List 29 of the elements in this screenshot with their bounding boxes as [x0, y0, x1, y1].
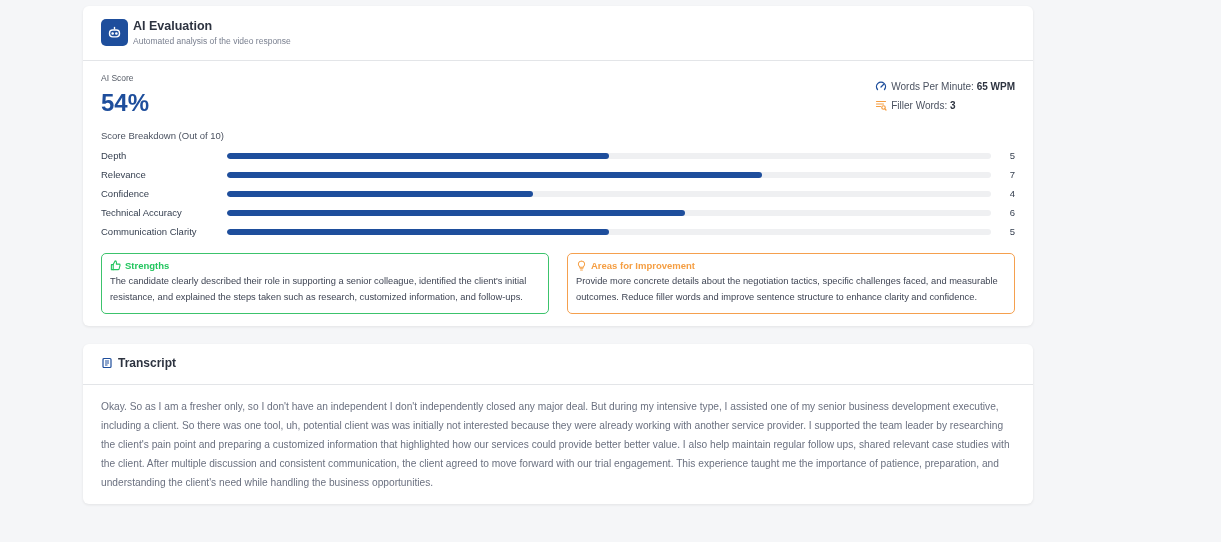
criterion-score: 7: [1008, 169, 1015, 180]
feedback-title: Strengths: [125, 260, 170, 271]
breakdown-title: Score Breakdown (Out of 10): [101, 130, 226, 141]
thumbs-up-icon: [110, 260, 121, 271]
criterion-score: 4: [1008, 188, 1015, 199]
criterion-label: Technical Accuracy: [101, 207, 183, 218]
criterion-score: 5: [1008, 150, 1015, 161]
criterion-score: 5: [1008, 226, 1015, 237]
lightbulb-icon: [576, 260, 587, 271]
feedback-title: Areas for Improvement: [591, 260, 695, 271]
metric-text: Words Per Minute: 65 WPM: [891, 80, 1015, 92]
criterion-label: Confidence: [101, 188, 151, 199]
score-label: AI Score: [101, 73, 135, 83]
criterion-label: Depth: [101, 150, 128, 161]
criterion-label: Communication Clarity: [101, 226, 198, 237]
card-title: AI Evaluation: [133, 19, 214, 33]
card-subtitle: Automated analysis of the video response: [133, 36, 291, 46]
metric-text: Filler Words: 3: [891, 99, 956, 111]
transcript-title: Transcript: [118, 356, 177, 370]
filter-search-icon: [875, 99, 888, 111]
feedback-text: The candidate clearly described their role in supporting a senior colleague, identified the client's initial resistance, and explained the steps taken such as research, customized information, and follow-ups.: [110, 275, 528, 304]
gauge-icon: [875, 80, 888, 92]
score-value: 54%: [101, 89, 150, 117]
robot-icon: [101, 19, 128, 46]
criterion-score: 6: [1008, 207, 1015, 218]
document-icon: [101, 357, 113, 369]
transcript-text: Okay. So as I am a fresher only, so I don't have an independent I don't independently closed any major deal. But during my intensive type, I assisted one of my senior business development executive, including a client. So there was one tool, uh, potential client was was initially not interested because they were already working with another service provider. I supported the team leader by researching the client's pain point and preparing a customized information that highlighted how our services could provide better better value. I also help maintain regular follow ups, shared relevant case studies with the client. After multiple discussion and consistent communication, the client agreed to move forward with our trial engagement. This experience taught me the importance of patience, preparation, and understanding the client's need while handling the business opportunities.: [100, 400, 1011, 490]
feedback-text: Provide more concrete details about the negotiation tactics, specific challenges faced, and measurable outcomes. Reduce filler words and improve sentence structure to enhance clarity and confidence.: [576, 275, 999, 304]
criterion-label: Relevance: [101, 169, 147, 180]
